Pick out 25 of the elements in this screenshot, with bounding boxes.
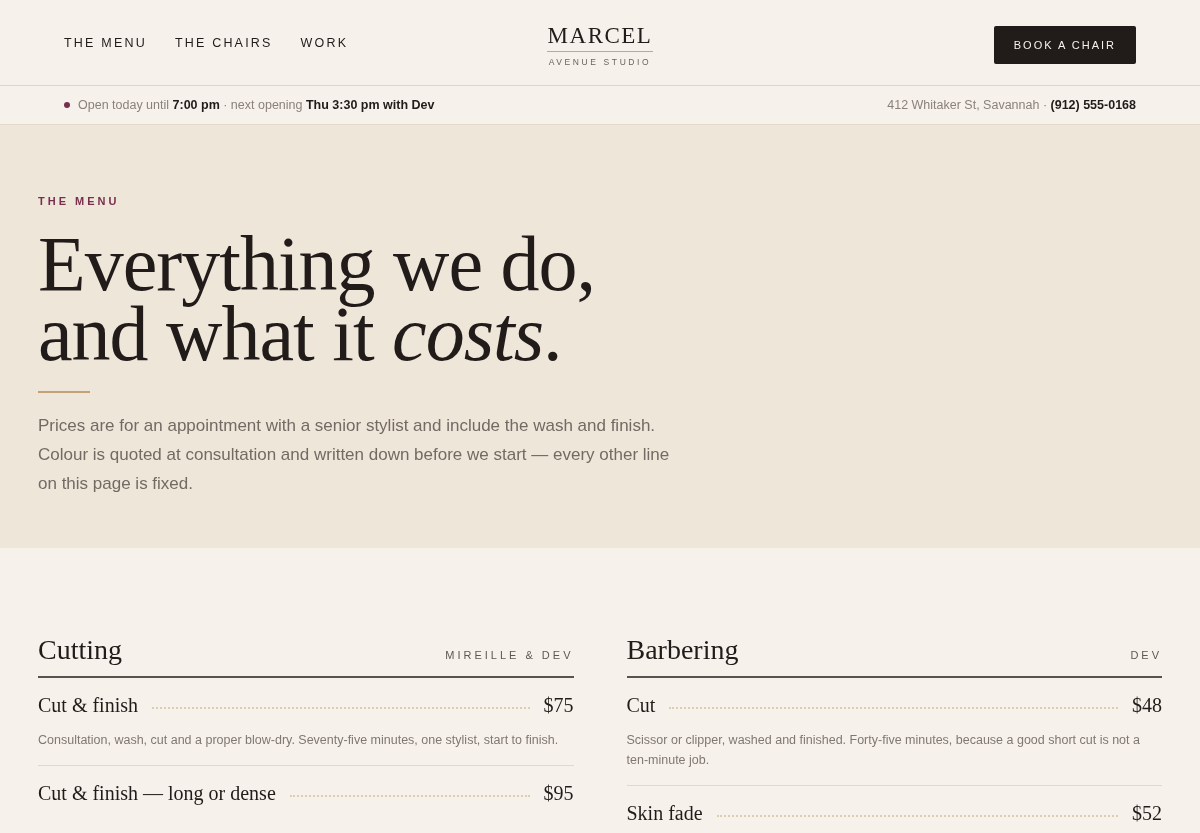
- service-price: $95: [543, 780, 574, 806]
- service-price: $75: [543, 692, 574, 718]
- service-price: $52: [1132, 800, 1162, 826]
- intro-paragraph: Prices are for an appointment with a senior stylist and include the wash and finish. Colour is quoted at consultation and written down before we start — every other line on this page is fixed.: [38, 414, 671, 495]
- headline: Everything we do, and what it costs.: [38, 229, 596, 369]
- service-price: $48: [1132, 692, 1162, 718]
- stylists-label: MIREILLE & DEV: [445, 648, 574, 661]
- logo-wordmark[interactable]: MARCEL: [546, 24, 654, 52]
- eyebrow-label: THE MENU: [38, 194, 120, 209]
- service-name: Cut & finish — long or dense: [38, 780, 276, 806]
- contact-text: 412 Whitaker St, Savannah · (912) 555-0168: [887, 98, 1136, 112]
- opening-hours-text: Open today until 7:00 pm · next opening Thu 3:30 pm with Dev: [78, 98, 435, 112]
- nav-link[interactable]: WORK: [300, 35, 349, 50]
- section-title: Barbering: [626, 632, 739, 667]
- book-button[interactable]: BOOK A CHAIR: [993, 26, 1136, 64]
- service-description: Scissor or clipper, washed and finished. Forty-five minutes, because a good short cut is not a ten-minute job.: [626, 731, 1141, 769]
- service-name: Cut: [626, 692, 656, 718]
- nav-link[interactable]: THE MENU: [64, 35, 147, 50]
- service-name: Cut & finish: [38, 692, 138, 718]
- logo-subtitle: AVENUE STUDIO: [548, 57, 652, 67]
- nav-link[interactable]: THE CHAIRS: [174, 35, 273, 50]
- service-description: Consultation, wash, cut and a proper blow-dry. Seventy-five minutes, one stylist, start to finish.: [38, 731, 560, 749]
- section-title: Cutting: [38, 632, 122, 667]
- stylists-label: DEV: [1130, 648, 1162, 661]
- service-name: Skin fade: [626, 800, 703, 826]
